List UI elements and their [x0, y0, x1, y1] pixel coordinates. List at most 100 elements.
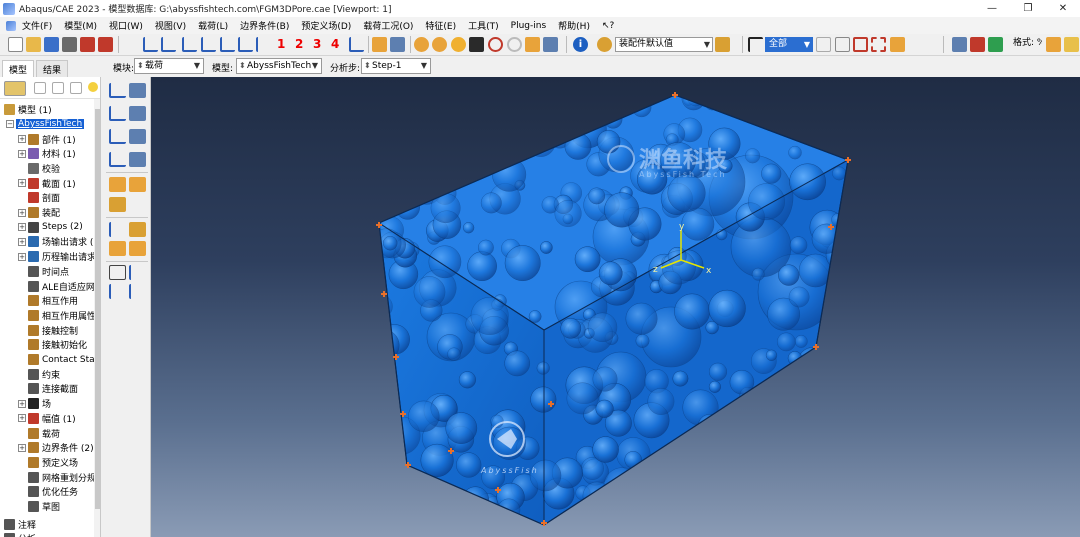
- undo-icon[interactable]: [488, 37, 503, 52]
- expand-icon[interactable]: +: [18, 443, 26, 452]
- expand-icon[interactable]: +: [18, 237, 26, 246]
- expand-icon[interactable]: +: [18, 179, 26, 188]
- expand-icon[interactable]: +: [18, 399, 26, 408]
- viewport[interactable]: y x z 渊鱼科技 AbyssFish Tech AbyssFish: [151, 77, 1080, 537]
- menu-load[interactable]: 载荷(L): [198, 19, 228, 32]
- tree-filter-icon[interactable]: [70, 82, 82, 94]
- select-drag-icon[interactable]: [871, 37, 886, 52]
- tree-item[interactable]: 接触初始化: [18, 338, 87, 352]
- tree-item[interactable]: + 场输出请求 (: [18, 235, 93, 249]
- expand-icon[interactable]: +: [18, 208, 26, 217]
- expand-icon[interactable]: +: [18, 149, 26, 158]
- context-help-button[interactable]: ↖?: [602, 21, 614, 31]
- menu-model[interactable]: 模型(M): [64, 19, 97, 32]
- tree-item[interactable]: 时间点: [18, 264, 69, 278]
- menu-file[interactable]: 文件(F): [22, 19, 52, 32]
- color-options-icon[interactable]: [715, 37, 730, 52]
- close-button[interactable]: ✕: [1046, 0, 1080, 17]
- tree-item[interactable]: 载荷: [18, 426, 60, 440]
- view-zy-icon[interactable]: [220, 37, 235, 52]
- tree-item[interactable]: + 历程输出请求: [18, 250, 96, 264]
- tree-item[interactable]: 约束: [18, 367, 60, 381]
- select-exterior-icon[interactable]: [835, 37, 850, 52]
- tree-item[interactable]: + 幅值 (1): [18, 411, 76, 425]
- create-field-icon[interactable]: [109, 129, 126, 144]
- tree-item[interactable]: + Steps (2): [18, 220, 83, 234]
- tree-collapse-icon[interactable]: [52, 82, 64, 94]
- tree-expand-icon[interactable]: [34, 82, 46, 94]
- menu-predefined-field[interactable]: 预定义场(D): [301, 19, 351, 32]
- rotate-cursor-icon[interactable]: [469, 37, 484, 52]
- datum-plane-icon[interactable]: [129, 284, 146, 299]
- print-icon[interactable]: [62, 37, 77, 52]
- render-wire-icon[interactable]: [432, 37, 447, 52]
- tree-item[interactable]: 预定义场: [18, 455, 78, 469]
- query-icon[interactable]: [525, 37, 540, 52]
- cube-yellow-icon[interactable]: [1064, 37, 1079, 52]
- model-select[interactable]: ⬍ AbyssFishTech ▼: [236, 58, 322, 74]
- tree-toggle-icon[interactable]: [543, 37, 558, 52]
- view-zx-icon[interactable]: [201, 37, 216, 52]
- datum-manager-icon[interactable]: [129, 222, 146, 237]
- step-select[interactable]: ⬍ Step-1 ▼: [361, 58, 431, 74]
- assembly-display-icon[interactable]: [390, 37, 405, 52]
- csys-2-button[interactable]: 2: [295, 37, 303, 51]
- cube-outline-icon[interactable]: [1046, 37, 1061, 52]
- set-manager-icon[interactable]: [129, 241, 146, 256]
- green-cube-icon[interactable]: [988, 37, 1003, 52]
- color-mapping-select[interactable]: 装配件默认值 ▼: [615, 37, 713, 52]
- menu-tools[interactable]: 工具(T): [468, 19, 499, 32]
- model-canvas[interactable]: y x z 渊鱼科技 AbyssFish Tech AbyssFish: [151, 77, 1080, 537]
- tree-model-node[interactable]: − AbyssFishTech: [6, 117, 85, 131]
- collapse-icon[interactable]: −: [6, 120, 14, 128]
- select-from-interior-icon[interactable]: [816, 37, 831, 52]
- amplitude-manager-icon[interactable]: [129, 177, 146, 192]
- open-file-icon[interactable]: [26, 37, 41, 52]
- menu-viewport[interactable]: 视口(W): [109, 19, 143, 32]
- menu-view[interactable]: 视图(V): [155, 19, 186, 32]
- iso-view-icon[interactable]: [256, 37, 271, 52]
- tree-item[interactable]: + 边界条件 (2): [18, 441, 94, 455]
- render-hidden-icon[interactable]: [451, 37, 466, 52]
- loadcase-manager-icon[interactable]: [129, 152, 146, 167]
- selection-filter-select[interactable]: 全部 ▼: [765, 37, 813, 52]
- datum-axis-icon[interactable]: [109, 284, 126, 299]
- minimize-button[interactable]: —: [975, 0, 1009, 17]
- tree-item[interactable]: + 场: [18, 397, 51, 411]
- analytical-field-icon[interactable]: [109, 197, 126, 212]
- select-box-icon[interactable]: [853, 37, 868, 52]
- create-datum-icon[interactable]: [109, 222, 126, 237]
- tree-item[interactable]: + 装配: [18, 206, 60, 220]
- csys-icon[interactable]: [129, 265, 146, 280]
- tree-item[interactable]: 优化任务: [18, 485, 78, 499]
- expand-icon[interactable]: +: [18, 414, 26, 423]
- create-set-icon[interactable]: [109, 241, 126, 256]
- tree-item[interactable]: + 部件 (1): [18, 132, 76, 146]
- axis-triad-icon[interactable]: [349, 37, 364, 52]
- tree-analysis[interactable]: 分析: [4, 531, 36, 537]
- tree-item[interactable]: 网格重划分规: [18, 470, 96, 484]
- menu-plugins[interactable]: Plug-ins: [511, 21, 547, 31]
- load-manager-icon[interactable]: [129, 83, 146, 98]
- save-icon[interactable]: [44, 37, 59, 52]
- tree-item[interactable]: ALE自适应网: [18, 279, 95, 293]
- render-shaded-icon[interactable]: [414, 37, 429, 52]
- view-cube-icon[interactable]: [952, 37, 967, 52]
- tree-item[interactable]: 相互作用: [18, 294, 78, 308]
- view-yx-icon[interactable]: [238, 37, 253, 52]
- color-code-icon[interactable]: [597, 37, 612, 52]
- lightbulb-icon[interactable]: [88, 82, 98, 92]
- new-file-icon[interactable]: [8, 37, 23, 52]
- import-icon[interactable]: [80, 37, 95, 52]
- menu-help[interactable]: 帮助(H): [558, 19, 590, 32]
- csys-1-button[interactable]: 1: [277, 37, 285, 51]
- part-display-icon[interactable]: [372, 37, 387, 52]
- view-yz-icon[interactable]: [182, 37, 197, 52]
- tree-item[interactable]: 相互作用属性: [18, 308, 96, 322]
- csys-3-button[interactable]: 3: [313, 37, 321, 51]
- tree-item[interactable]: 草图: [18, 500, 60, 514]
- tree-item[interactable]: 校验: [18, 161, 60, 175]
- redo-icon[interactable]: [507, 37, 522, 52]
- color-cube-icon[interactable]: [970, 37, 985, 52]
- tree-scrollbar[interactable]: [94, 99, 100, 537]
